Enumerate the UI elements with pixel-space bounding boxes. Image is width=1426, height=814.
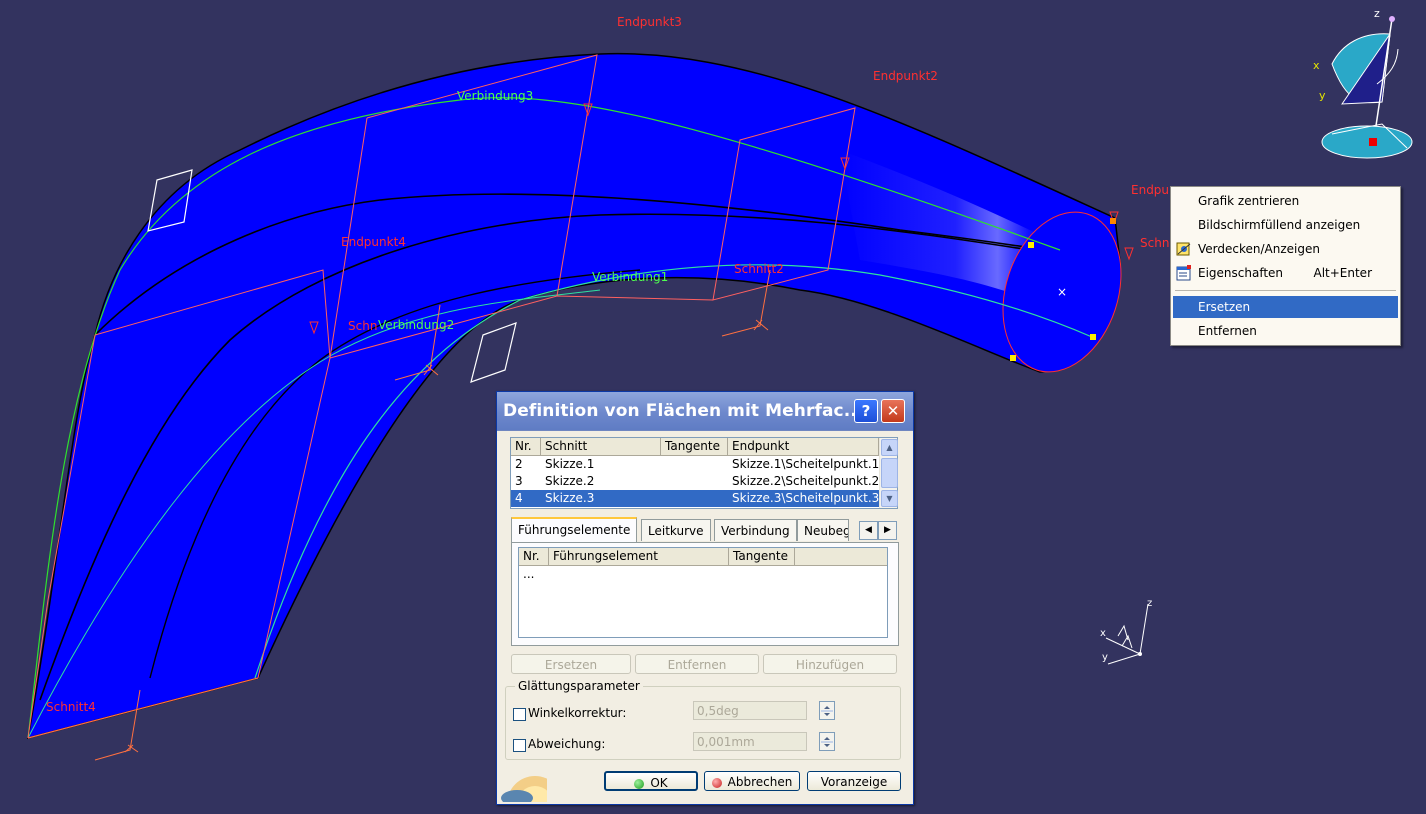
verbindung3-label: Verbindung3 bbox=[457, 89, 534, 103]
dialog-titlebar[interactable]: Definition von Flächen mit Mehrfac... ? … bbox=[497, 392, 913, 431]
verbindung2-label: Verbindung2 bbox=[378, 318, 455, 332]
tab-fuehrungselemente[interactable]: Führungselemente bbox=[511, 517, 638, 544]
sections-table-header: Nr. Schnitt Tangente Endpunkt bbox=[511, 438, 879, 456]
menu-separator bbox=[1175, 290, 1396, 291]
endpunkt1-label: Endpu bbox=[1131, 183, 1170, 197]
schnitt3-label: Schn bbox=[348, 319, 378, 333]
tab-pane-fuehrungselemente: Nr. Führungselement Tangente ... bbox=[511, 542, 899, 646]
svg-text:×: × bbox=[1057, 285, 1067, 299]
smoothing-group-label: Glättungsparameter bbox=[515, 679, 643, 693]
ok-icon bbox=[634, 778, 645, 789]
compass-z-label: z bbox=[1374, 7, 1380, 20]
tab-neubeg[interactable]: Neubeg bbox=[797, 519, 849, 541]
cancel-label: Abbrechen bbox=[727, 775, 793, 789]
add-button[interactable]: Hinzufügen bbox=[763, 654, 897, 674]
scroll-down-icon[interactable]: ▼ bbox=[881, 490, 898, 507]
close-button[interactable]: ✕ bbox=[881, 399, 905, 423]
guides-table[interactable]: Nr. Führungselement Tangente ... bbox=[518, 547, 888, 638]
menu-item-verdecken-anzeigen[interactable]: Verdecken/Anzeigen bbox=[1173, 238, 1398, 260]
triad-y-label: y bbox=[1102, 652, 1108, 663]
tab-scroll-right-icon[interactable]: ▶ bbox=[878, 521, 897, 540]
cell-endpunkt: Skizze.2\Scheitelpunkt.2 bbox=[732, 474, 880, 488]
column-header[interactable]: Tangente bbox=[729, 548, 795, 565]
ok-button[interactable]: OK bbox=[604, 771, 698, 791]
cell-nr: 2 bbox=[515, 457, 523, 471]
endpunkt3-label: Endpunkt3 bbox=[617, 15, 682, 29]
context-menu: Grafik zentrieren Bildschirmfüllend anze… bbox=[1170, 186, 1401, 346]
cell-endpunkt: Skizze.3\Scheitelpunkt.3 bbox=[732, 491, 880, 505]
triad-x-label: x bbox=[1100, 628, 1106, 639]
tab-verbindung[interactable]: Verbindung bbox=[714, 519, 797, 541]
deviation-input[interactable]: 0,001mm bbox=[693, 732, 807, 751]
schnitt1-label: Schn bbox=[1140, 236, 1170, 250]
tab-scroll-left-icon[interactable]: ◀ bbox=[859, 521, 878, 540]
cell-nr: ... bbox=[523, 567, 535, 581]
menu-item-label: Ersetzen bbox=[1198, 300, 1251, 314]
angle-correction-checkbox[interactable] bbox=[513, 708, 526, 721]
column-header[interactable]: Schnitt bbox=[541, 438, 661, 455]
menu-item-label: Eigenschaften bbox=[1198, 266, 1284, 280]
hide-show-icon bbox=[1176, 242, 1191, 256]
endpunkt2-label: Endpunkt2 bbox=[873, 69, 938, 83]
endpunkt4-label: Endpunkt4 bbox=[341, 235, 406, 249]
spinner-arrows-icon bbox=[821, 706, 833, 716]
deviation-label: Abweichung: bbox=[528, 737, 606, 751]
scroll-up-icon[interactable]: ▲ bbox=[881, 439, 898, 456]
column-header[interactable]: Endpunkt bbox=[728, 438, 879, 455]
preview-button[interactable]: Voranzeige bbox=[807, 771, 901, 791]
help-button[interactable]: ? bbox=[854, 399, 878, 423]
cancel-icon bbox=[711, 777, 722, 788]
remove-button[interactable]: Entfernen bbox=[635, 654, 759, 674]
menu-item-label: Grafik zentrieren bbox=[1198, 194, 1300, 208]
spinner-arrows-icon bbox=[821, 737, 833, 747]
verbindung1-label: Verbindung1 bbox=[592, 270, 669, 284]
table-row[interactable]: 2 Skizze.1 Skizze.1\Scheitelpunkt.1 bbox=[511, 456, 879, 473]
cell-nr: 4 bbox=[515, 491, 523, 505]
cancel-button[interactable]: Abbrechen bbox=[704, 771, 800, 791]
menu-item-entfernen[interactable]: Entfernen bbox=[1173, 320, 1398, 342]
tab-leitkurve[interactable]: Leitkurve bbox=[641, 519, 711, 541]
triad-z-label: z bbox=[1147, 598, 1153, 609]
compass-icon[interactable] bbox=[1312, 4, 1422, 164]
menu-item-grafik-zentrieren[interactable]: Grafik zentrieren bbox=[1173, 190, 1398, 212]
menu-item-shortcut: Alt+Enter bbox=[1313, 266, 1372, 280]
cell-schnitt: Skizze.1 bbox=[545, 457, 595, 471]
scroll-thumb[interactable] bbox=[881, 458, 898, 488]
column-header[interactable]: Nr. bbox=[511, 438, 541, 455]
angle-correction-input[interactable]: 0,5deg bbox=[693, 701, 807, 720]
dialog-title: Definition von Flächen mit Mehrfac... bbox=[503, 401, 864, 421]
deviation-spinner[interactable] bbox=[819, 732, 835, 751]
guides-table-header: Nr. Führungselement Tangente bbox=[519, 548, 887, 566]
deviation-checkbox[interactable] bbox=[513, 739, 526, 752]
table-row-selected[interactable]: 4 Skizze.3 Skizze.3\Scheitelpunkt.3 bbox=[511, 490, 879, 507]
ok-label: OK bbox=[650, 776, 668, 790]
cell-endpunkt: Skizze.1\Scheitelpunkt.1 bbox=[732, 457, 880, 471]
menu-item-label: Entfernen bbox=[1198, 324, 1257, 338]
column-header[interactable]: Tangente bbox=[661, 438, 728, 455]
cell-schnitt: Skizze.2 bbox=[545, 474, 595, 488]
table-row[interactable]: 3 Skizze.2 Skizze.2\Scheitelpunkt.2 bbox=[511, 473, 879, 490]
sections-table[interactable]: Nr. Schnitt Tangente Endpunkt 2 Skizze.1… bbox=[510, 437, 898, 509]
menu-item-eigenschaften[interactable]: Eigenschaften Alt+Enter bbox=[1173, 262, 1398, 284]
column-header[interactable]: Nr. bbox=[519, 548, 549, 565]
angle-correction-label: Winkelkorrektur: bbox=[528, 706, 627, 720]
schnitt2-label: Schnitt2 bbox=[734, 262, 784, 276]
schnitt4-label: Schnitt4 bbox=[46, 700, 96, 714]
multi-section-surface-dialog: Definition von Flächen mit Mehrfac... ? … bbox=[496, 391, 914, 805]
table-row[interactable]: ... bbox=[519, 566, 887, 583]
compass-x-label: x bbox=[1313, 59, 1320, 72]
sections-scrollbar[interactable]: ▲ ▼ bbox=[879, 438, 898, 508]
column-header[interactable]: Führungselement bbox=[549, 548, 729, 565]
properties-icon bbox=[1176, 265, 1191, 281]
cell-schnitt: Skizze.3 bbox=[545, 491, 595, 505]
catia-logo-icon bbox=[501, 776, 547, 802]
replace-button[interactable]: Ersetzen bbox=[511, 654, 631, 674]
menu-item-bildschirmfuellend[interactable]: Bildschirmfüllend anzeigen bbox=[1173, 214, 1398, 236]
menu-item-ersetzen[interactable]: Ersetzen bbox=[1173, 296, 1398, 318]
cell-nr: 3 bbox=[515, 474, 523, 488]
menu-item-label: Bildschirmfüllend anzeigen bbox=[1198, 218, 1361, 232]
menu-item-label: Verdecken/Anzeigen bbox=[1198, 242, 1320, 256]
angle-correction-spinner[interactable] bbox=[819, 701, 835, 720]
compass-y-label: y bbox=[1319, 89, 1326, 102]
